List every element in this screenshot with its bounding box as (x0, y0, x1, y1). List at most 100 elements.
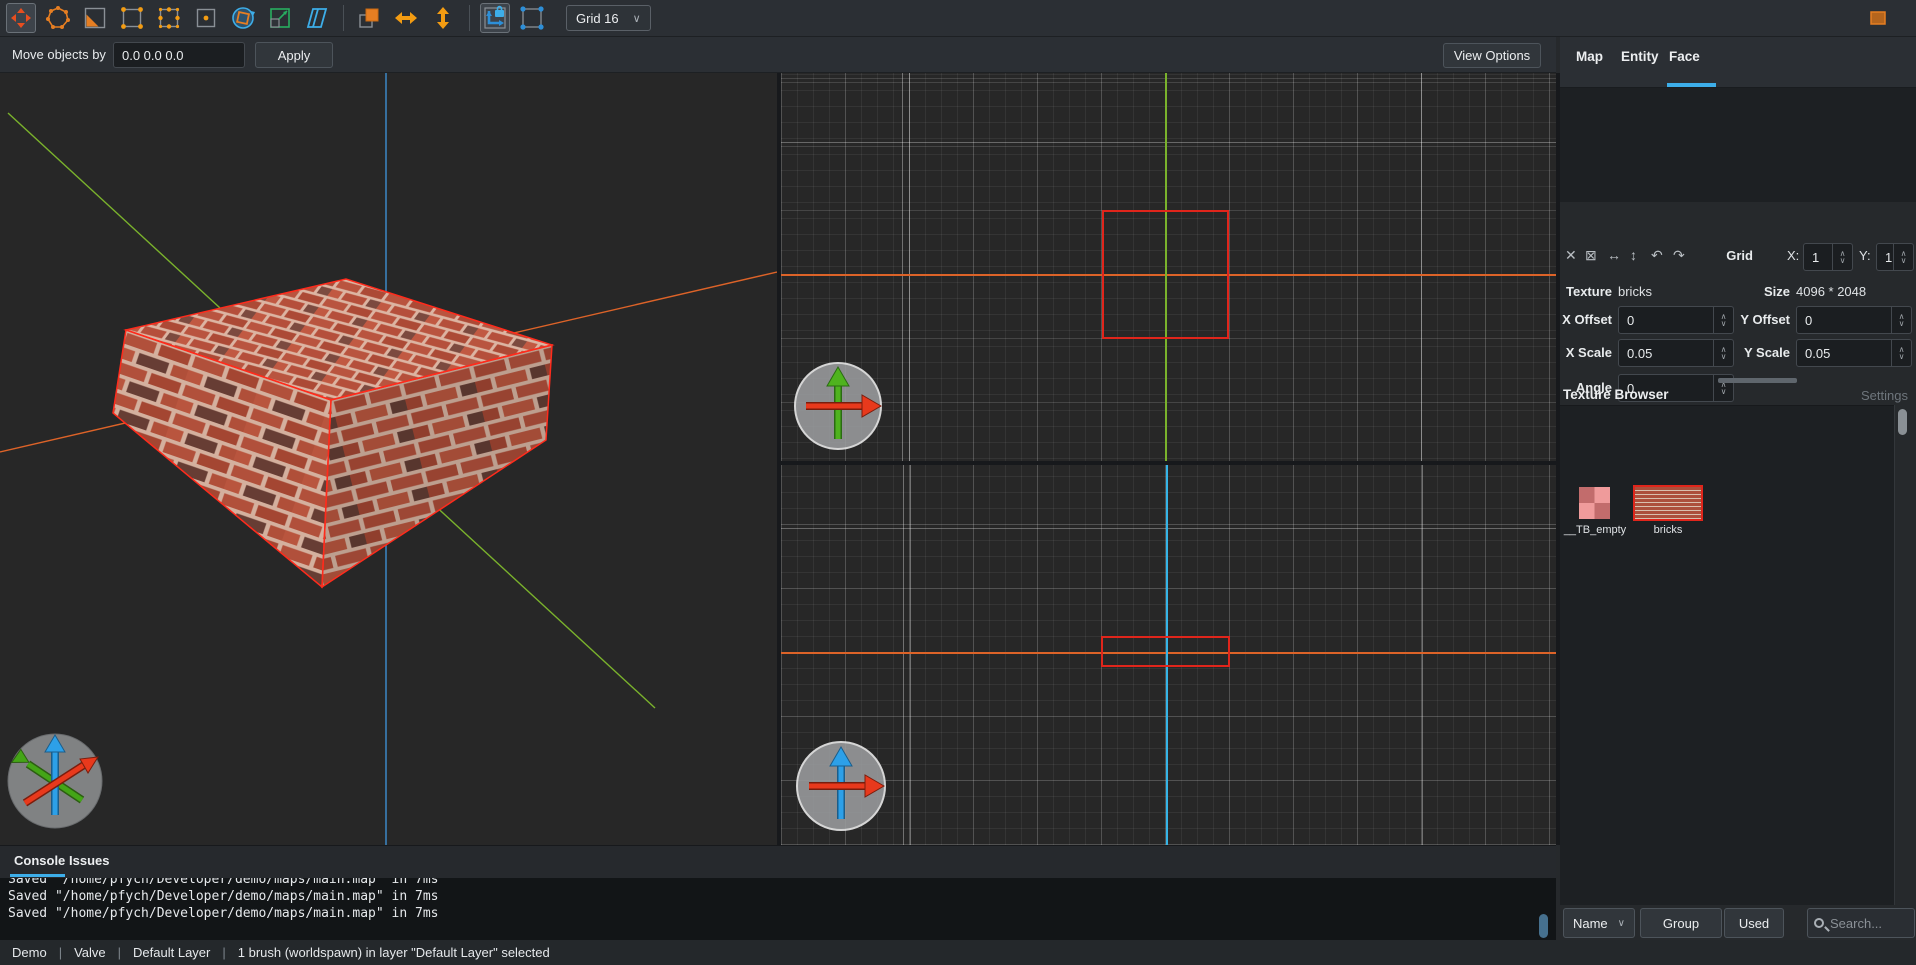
toolbar-divider (469, 5, 470, 31)
console-tab-bar: Console Issues (0, 845, 1556, 878)
texture-browser-scrollbar[interactable] (1894, 405, 1910, 905)
tab-entity[interactable]: Entity (1621, 49, 1659, 64)
toolbar-overflow-button[interactable] (1866, 6, 1892, 30)
texture-label: Texture (1560, 284, 1612, 299)
viewport-2d-top[interactable] (781, 73, 1556, 461)
texture-tile-label: __TB_empty (1562, 524, 1628, 536)
sort-dropdown[interactable]: Name ∨ (1563, 908, 1635, 938)
texture-browser-grid: __TB_empty bricks (1560, 405, 1894, 905)
reset-uv-icon[interactable]: ✕ (1565, 247, 1577, 264)
texture-tile-tb-empty[interactable] (1579, 487, 1610, 519)
active-tab-underline (1667, 83, 1716, 87)
selected-brush-3d[interactable] (113, 279, 552, 587)
texture-browser-splitter-handle[interactable] (1718, 378, 1797, 383)
scrollbar-thumb[interactable] (1898, 409, 1907, 435)
spinner-chevrons-icon[interactable]: ∧∨ (1891, 340, 1911, 366)
orientation-gizmo-3d[interactable] (8, 734, 102, 828)
uv-lock-button[interactable] (517, 3, 547, 33)
edge-tool-button[interactable] (154, 3, 184, 33)
tab-face[interactable]: Face (1669, 49, 1700, 64)
texture-tile-label: bricks (1633, 524, 1703, 536)
search-icon (1814, 918, 1824, 928)
status-game-name: Valve (74, 945, 106, 960)
viewport-2d-front[interactable] (781, 465, 1556, 845)
overflow-tool-icon (1870, 10, 1888, 26)
console-line: Saved "/home/pfych/Developer/demo/maps/m… (8, 878, 1556, 888)
apply-button[interactable]: Apply (255, 42, 333, 68)
vertex-points-icon (120, 6, 144, 30)
view-options-button[interactable]: View Options (1443, 43, 1541, 68)
tab-issues[interactable]: Issues (69, 853, 109, 868)
grid-size-value: Grid 16 (576, 11, 619, 26)
texture-lock-icon (482, 5, 508, 31)
texture-lock-button[interactable] (480, 3, 510, 33)
y-scale-label: Y Scale (1737, 345, 1790, 360)
texture-browser-title: Texture Browser (1563, 387, 1669, 402)
grid-y-label: Y: (1859, 248, 1871, 263)
rotate-uv-cw-icon[interactable]: ↷ (1673, 247, 1685, 264)
csg-tool-button[interactable] (354, 3, 384, 33)
flip-v-icon[interactable]: ↕ (1630, 247, 1637, 263)
y-scale-spinner[interactable]: 0.05 ∧∨ (1796, 339, 1912, 367)
flip-vertical-button[interactable] (428, 3, 458, 33)
search-box[interactable] (1807, 908, 1915, 938)
tab-map[interactable]: Map (1576, 49, 1603, 64)
viewport-3d[interactable] (0, 73, 777, 845)
main-toolbar: Grid 16 ∨ (0, 0, 1916, 37)
selection-tool-button[interactable] (6, 3, 36, 33)
clip-tool-button[interactable] (80, 3, 110, 33)
rotate-uv-ccw-icon[interactable]: ↶ (1651, 247, 1663, 264)
grid-size-dropdown[interactable]: Grid 16 ∨ (566, 5, 651, 31)
orientation-gizmo-front[interactable] (788, 735, 894, 837)
brush-tool-button[interactable] (43, 3, 73, 33)
group-button[interactable]: Group (1640, 908, 1722, 938)
status-selection-info: 1 brush (worldspawn) in layer "Default L… (238, 945, 550, 960)
size-value: 4096 * 2048 (1796, 284, 1866, 299)
right-panel-tabs: Map Entity Face (1560, 37, 1916, 88)
texture-browser-settings-link[interactable]: Settings (1861, 388, 1908, 403)
spinner-chevrons-icon[interactable]: ∧∨ (1713, 307, 1733, 333)
status-separator: | (106, 945, 133, 960)
selected-brush-outline-top[interactable] (1102, 210, 1229, 339)
move-objects-input[interactable] (113, 42, 245, 68)
shear-tool-button[interactable] (302, 3, 332, 33)
spinner-chevrons-icon[interactable]: ∧∨ (1713, 340, 1733, 366)
y-offset-spinner[interactable]: 0 ∧∨ (1796, 306, 1912, 334)
move-arrows-icon (9, 6, 33, 30)
flip-horizontal-button[interactable] (391, 3, 421, 33)
texture-tile-bricks[interactable] (1633, 485, 1703, 521)
grid-label: Grid (1723, 248, 1753, 263)
grid-x-label: X: (1787, 248, 1799, 263)
status-current-layer: Default Layer (133, 945, 210, 960)
spinner-chevrons-icon[interactable]: ∧∨ (1891, 307, 1911, 333)
console-line: Saved "/home/pfych/Developer/demo/maps/m… (8, 905, 1556, 922)
search-input[interactable] (1830, 916, 1900, 931)
used-button[interactable]: Used (1724, 908, 1784, 938)
selected-brush-outline-front[interactable] (1101, 636, 1230, 667)
reset-uv-world-icon[interactable]: ⊠ (1585, 247, 1597, 264)
x-offset-spinner[interactable]: 0 ∧∨ (1618, 306, 1734, 334)
vertex-tool-button[interactable] (117, 3, 147, 33)
scale-tool-button[interactable] (265, 3, 295, 33)
toolbar-divider (343, 5, 344, 31)
clip-triangle-icon (83, 6, 107, 30)
active-tab-underline (10, 874, 65, 877)
spinner-chevrons-icon[interactable]: ∧∨ (1893, 244, 1913, 270)
console-log[interactable]: Saved "/home/pfych/Developer/demo/maps/m… (0, 878, 1556, 940)
status-bar: Demo | Valve | Default Layer | 1 brush (… (0, 940, 1916, 965)
console-scrollbar-thumb[interactable] (1539, 914, 1548, 938)
uv-lock-icon (519, 5, 545, 31)
grid-x-spinner[interactable]: 1 ∧∨ (1803, 243, 1853, 271)
flip-u-icon[interactable]: ↔ (1607, 247, 1621, 263)
x-scale-spinner[interactable]: 0.05 ∧∨ (1618, 339, 1734, 367)
orientation-gizmo-top[interactable] (785, 355, 891, 457)
tab-console[interactable]: Console (14, 853, 65, 868)
texture-name-value: bricks (1618, 284, 1652, 299)
face-tool-button[interactable] (191, 3, 221, 33)
spinner-chevrons-icon[interactable]: ∧∨ (1832, 244, 1852, 270)
viewport-3d-scene (0, 73, 777, 845)
flip-vertical-icon (430, 5, 456, 31)
move-objects-label: Move objects by (12, 47, 106, 62)
grid-y-spinner[interactable]: 1 ∧∨ (1876, 243, 1914, 271)
rotate-tool-button[interactable] (228, 3, 258, 33)
